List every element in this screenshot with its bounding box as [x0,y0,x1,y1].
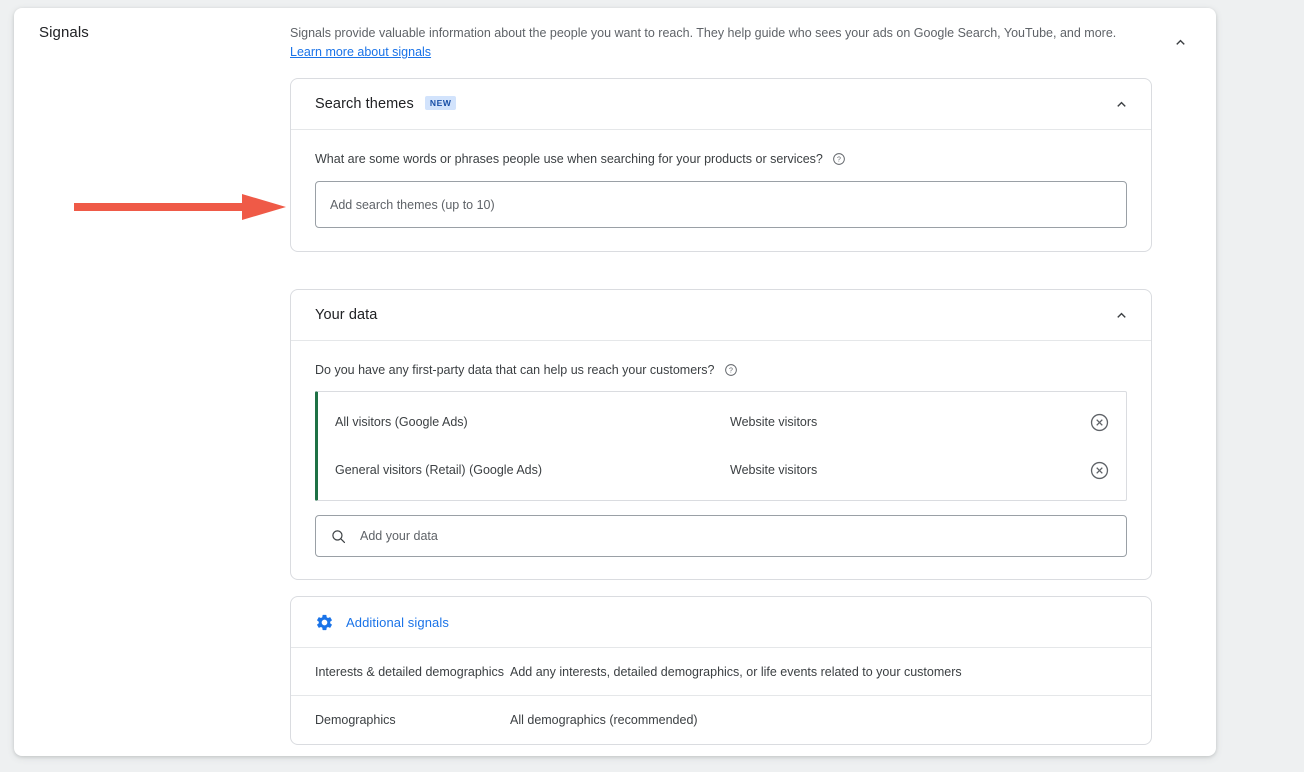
interests-demographics-row[interactable]: Interests & detailed demographics Add an… [291,648,1151,696]
search-themes-header: Search themes NEW [291,79,1151,130]
gear-icon [315,613,334,632]
additional-signals-card: Additional signals Interests & detailed … [290,596,1152,745]
page-root: Signals Signals provide valuable informa… [0,0,1304,772]
signals-description-text: Signals provide valuable information abo… [290,26,1117,40]
demographics-row[interactable]: Demographics All demographics (recommend… [291,696,1151,744]
your-data-question: Do you have any first-party data that ca… [315,363,715,377]
interests-demographics-value: Add any interests, detailed demographics… [510,664,962,679]
your-data-question-row: Do you have any first-party data that ca… [315,341,1127,377]
your-data-help-button[interactable]: ? [724,363,738,377]
selected-data-list: All visitors (Google Ads) Website visito… [315,391,1127,501]
chevron-up-icon [1175,39,1185,45]
your-data-header: Your data [291,290,1151,341]
add-your-data-placeholder: Add your data [360,529,438,543]
interests-demographics-label: Interests & detailed demographics [315,664,504,679]
help-circle-icon: ? [833,153,845,165]
svg-text:?: ? [837,157,841,164]
svg-text:?: ? [729,368,733,375]
your-data-card: Your data Do you have any first-party da… [290,289,1152,580]
remove-data-button[interactable] [1086,409,1112,435]
additional-signals-toggle[interactable]: Additional signals [291,597,1151,648]
chevron-up-icon [1116,101,1126,107]
learn-more-about-signals-link[interactable]: Learn more about signals [290,45,431,59]
signals-collapse-button[interactable] [1166,28,1194,56]
data-row-type: Website visitors [730,415,818,429]
search-themes-card: Search themes NEW What are some words or… [290,78,1152,252]
search-themes-input[interactable]: Add search themes (up to 10) [315,181,1127,228]
your-data-body: Do you have any first-party data that ca… [291,341,1151,557]
page-title: Signals [39,24,89,41]
additional-signals-label: Additional signals [346,614,449,630]
data-row-name: General visitors (Retail) (Google Ads) [335,463,543,477]
search-themes-input-placeholder: Add search themes (up to 10) [330,197,495,212]
search-themes-body: What are some words or phrases people us… [291,130,1151,251]
remove-data-button[interactable] [1086,457,1112,483]
cancel-circle-icon [1090,413,1108,431]
search-themes-help-button[interactable]: ? [832,152,846,166]
your-data-collapse-button[interactable] [1107,301,1135,329]
help-circle-icon: ? [724,364,737,376]
demographics-label: Demographics [315,713,396,727]
your-data-title: Your data [315,307,378,323]
search-icon [332,529,346,543]
table-row[interactable]: All visitors (Google Ads) Website visito… [318,398,1126,446]
signals-card: Signals Signals provide valuable informa… [14,8,1216,756]
add-your-data-input[interactable]: Add your data [315,515,1127,557]
search-themes-title: Search themes [315,96,414,112]
demographics-value: All demographics (recommended) [510,713,698,727]
chevron-up-icon [1116,312,1126,318]
new-badge: NEW [424,96,457,110]
cancel-circle-icon [1090,461,1108,479]
search-themes-question: What are some words or phrases people us… [315,152,823,166]
search-themes-question-row: What are some words or phrases people us… [315,130,1127,166]
signals-description: Signals provide valuable information abo… [290,24,1120,62]
table-row[interactable]: General visitors (Retail) (Google Ads) W… [318,446,1126,494]
search-themes-collapse-button[interactable] [1107,90,1135,118]
data-row-name: All visitors (Google Ads) [335,415,468,429]
data-row-type: Website visitors [730,463,818,477]
